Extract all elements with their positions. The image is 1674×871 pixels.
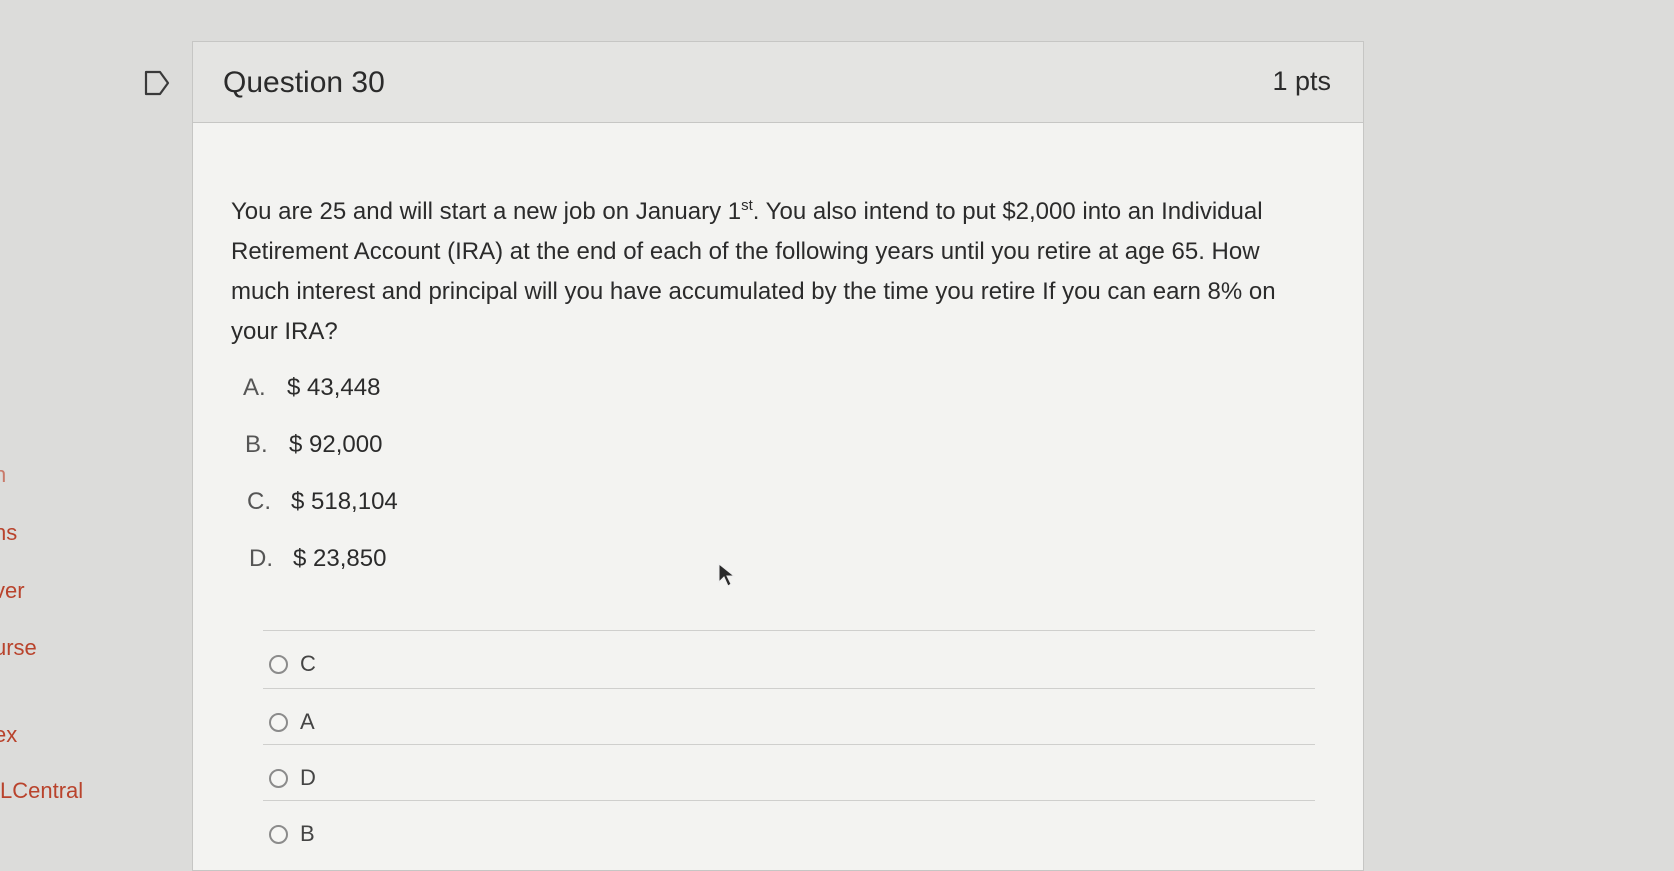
answer-option-c[interactable]: C [269, 646, 316, 682]
answer-divider [263, 630, 1315, 631]
radio-icon[interactable] [269, 654, 288, 674]
sidebar-item-5[interactable]: ex [0, 722, 17, 748]
answer-option-b[interactable]: B [269, 816, 315, 852]
course-nav-sidebar: n ns ver urse ex LCentral [0, 0, 120, 837]
sidebar-item-2[interactable]: ns [0, 520, 17, 546]
answer-option-label: A [300, 709, 315, 734]
choice-d-value: $ 23,850 [293, 545, 387, 572]
answer-option-label: B [300, 821, 315, 846]
answer-option-label: C [300, 651, 316, 676]
choice-c-letter: C. [247, 488, 271, 515]
choice-a-value: $ 43,448 [287, 374, 381, 401]
radio-icon[interactable] [269, 824, 288, 844]
answer-option-d[interactable]: D [269, 760, 316, 796]
radio-icon[interactable] [269, 712, 288, 732]
choice-c-value: $ 518,104 [291, 488, 398, 515]
sidebar-item-4[interactable]: urse [0, 635, 37, 661]
answer-option-a[interactable]: A [269, 704, 315, 740]
flag-question-icon[interactable] [144, 70, 170, 96]
choice-c: C. $ 518,104 [247, 488, 398, 516]
question-points: 1 pts [1272, 66, 1331, 96]
sidebar-item-3[interactable]: ver [0, 578, 25, 604]
choice-b: B. $ 92,000 [245, 431, 382, 459]
choice-d-letter: D. [249, 545, 273, 572]
question-text-superscript: st [741, 197, 753, 214]
question-text-part1: You are 25 and will start a new job on J… [231, 198, 742, 225]
question-title: Question 30 [223, 66, 385, 99]
question-card: Question 30 1 pts You are 25 and will st… [192, 41, 1364, 871]
answer-divider [263, 744, 1315, 745]
sidebar-item-1[interactable]: n [0, 462, 6, 488]
sidebar-item-6[interactable]: LCentral [0, 778, 83, 804]
radio-icon[interactable] [269, 768, 288, 788]
answer-divider [263, 800, 1315, 801]
question-text: You are 25 and will start a new job on J… [231, 192, 1311, 352]
choice-a: A. $ 43,448 [243, 374, 380, 402]
mouse-pointer-icon [717, 562, 737, 593]
answer-option-label: D [300, 765, 316, 790]
choice-b-letter: B. [245, 431, 268, 458]
answer-divider [263, 688, 1315, 689]
choice-d: D. $ 23,850 [249, 545, 386, 573]
choice-a-letter: A. [243, 374, 266, 401]
question-header: Question 30 1 pts [193, 42, 1363, 123]
choice-b-value: $ 92,000 [289, 431, 383, 458]
